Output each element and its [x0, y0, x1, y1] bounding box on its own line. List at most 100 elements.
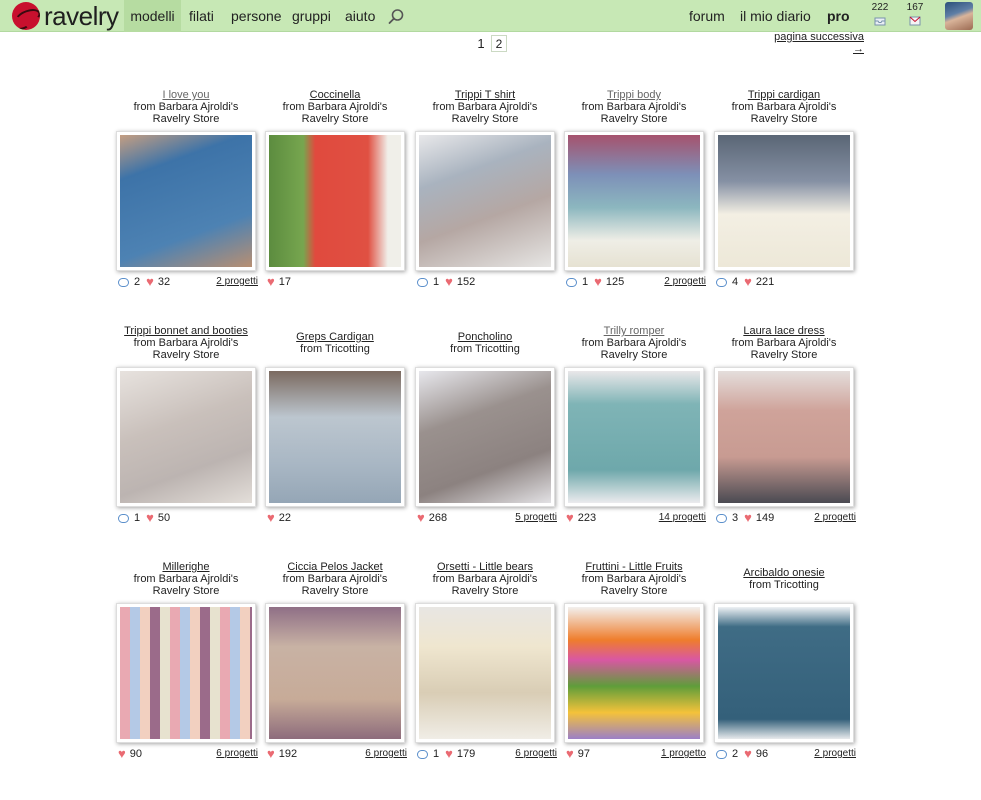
heart-icon[interactable]: ♥ — [267, 747, 275, 761]
pattern-stats: ♥ 268 5 progetti — [417, 511, 557, 525]
pattern-source-store: Ravelry Store — [750, 349, 818, 361]
heart-icon[interactable]: ♥ — [267, 511, 275, 525]
heart-icon[interactable]: ♥ — [445, 747, 453, 761]
pattern-title-link[interactable]: Trippi T shirt — [413, 89, 557, 101]
heart-icon[interactable]: ♥ — [744, 747, 752, 761]
projects-link[interactable]: 2 progetti — [814, 747, 856, 761]
pattern-title-link[interactable]: Arcibaldo onesie — [712, 567, 856, 579]
comment-icon[interactable] — [716, 277, 727, 287]
heart-icon[interactable]: ♥ — [566, 747, 574, 761]
pattern-stats: 1 ♥ 125 2 progetti — [566, 275, 706, 289]
pattern-source: from Barbara Ajroldi's — [731, 337, 837, 349]
pattern-photo[interactable] — [714, 603, 854, 743]
pattern-card: Trilly romper from Barbara Ajroldi's Ravel… — [562, 325, 706, 525]
nav-gruppi[interactable]: gruppi — [292, 0, 331, 32]
user-avatar[interactable] — [945, 2, 973, 30]
heart-icon[interactable]: ♥ — [267, 275, 275, 289]
pattern-title-link[interactable]: Millerighe — [114, 561, 258, 573]
pattern-card: Trippi body from Barbara Ajroldi's Ravelry… — [562, 89, 706, 289]
pattern-photo[interactable] — [265, 131, 405, 271]
nav-pro[interactable]: pro — [827, 0, 850, 32]
nav-persone[interactable]: persone — [231, 0, 282, 32]
projects-link[interactable]: 1 progetto — [661, 747, 706, 761]
next-page-link[interactable]: pagina successiva → — [774, 31, 864, 55]
heart-icon[interactable]: ♥ — [566, 511, 574, 525]
pattern-title-link[interactable]: I love you — [114, 89, 258, 101]
projects-link[interactable]: 2 progetti — [216, 275, 258, 289]
comment-icon[interactable] — [417, 277, 428, 287]
pattern-title-link[interactable]: Trippi body — [562, 89, 706, 101]
favorite-count: 149 — [755, 512, 775, 524]
pattern-title-link[interactable]: Coccinella — [263, 89, 407, 101]
pattern-photo[interactable] — [564, 131, 704, 271]
heart-icon[interactable]: ♥ — [146, 275, 154, 289]
pattern-photo[interactable] — [714, 367, 854, 507]
favorite-count: 268 — [428, 512, 448, 524]
pattern-source-store: Ravelry Store — [600, 113, 668, 125]
pattern-source-store: Ravelry Store — [152, 113, 220, 125]
nav-filati[interactable]: filati — [189, 0, 214, 32]
pattern-card: Trippi cardigan from Barbara Ajroldi's Rav… — [712, 89, 856, 289]
heart-icon[interactable]: ♥ — [744, 275, 752, 289]
pattern-photo[interactable] — [116, 367, 256, 507]
heart-icon[interactable]: ♥ — [146, 511, 154, 525]
comment-icon[interactable] — [417, 749, 428, 759]
ravelry-logo[interactable]: ravelry — [12, 2, 119, 30]
pattern-stats: 2 ♥ 96 2 progetti — [716, 747, 856, 761]
heart-icon[interactable]: ♥ — [417, 511, 425, 525]
pattern-photo[interactable] — [564, 603, 704, 743]
heart-icon[interactable]: ♥ — [744, 511, 752, 525]
comment-icon[interactable] — [716, 749, 727, 759]
pattern-photo[interactable] — [116, 603, 256, 743]
projects-link[interactable]: 6 progetti — [365, 747, 407, 761]
projects-link[interactable]: 14 progetti — [659, 511, 706, 525]
pattern-title-link[interactable]: Orsetti - Little bears — [413, 561, 557, 573]
pattern-image — [568, 135, 700, 267]
nav-aiuto[interactable]: aiuto — [345, 0, 375, 32]
heart-icon[interactable]: ♥ — [118, 747, 126, 761]
pattern-source: from Barbara Ajroldi's — [133, 337, 239, 349]
pattern-title-link[interactable]: Ciccia Pelos Jacket — [263, 561, 407, 573]
comment-icon[interactable] — [566, 277, 577, 287]
pattern-title-link[interactable]: Trippi cardigan — [712, 89, 856, 101]
pattern-card: Trippi T shirt from Barbara Ajroldi's Rave… — [413, 89, 557, 289]
nav-modelli[interactable]: modelli — [124, 0, 181, 32]
projects-link[interactable]: 2 progetti — [814, 511, 856, 525]
pattern-title-link[interactable]: Greps Cardigan — [263, 331, 407, 343]
inbox-icon — [874, 17, 886, 26]
heart-icon[interactable]: ♥ — [594, 275, 602, 289]
pattern-photo[interactable] — [265, 367, 405, 507]
pattern-title-link[interactable]: Trilly romper — [562, 325, 706, 337]
pattern-title-link[interactable]: Fruttini - Little Fruits — [562, 561, 706, 573]
pattern-photo[interactable] — [265, 603, 405, 743]
favorite-count: 22 — [278, 512, 291, 524]
nav-diario[interactable]: il mio diario — [740, 0, 811, 32]
heart-icon[interactable]: ♥ — [445, 275, 453, 289]
pattern-photo[interactable] — [415, 131, 555, 271]
pattern-title-link[interactable]: Trippi bonnet and booties — [114, 325, 258, 337]
pattern-photo[interactable] — [116, 131, 256, 271]
pattern-source-store: Ravelry Store — [301, 113, 369, 125]
pattern-photo[interactable] — [415, 603, 555, 743]
page-2-link[interactable]: 2 — [491, 35, 507, 52]
projects-link[interactable]: 6 progetti — [515, 747, 557, 761]
pattern-title-link[interactable]: Poncholino — [413, 331, 557, 343]
projects-link[interactable]: 5 progetti — [515, 511, 557, 525]
projects-link[interactable]: 6 progetti — [216, 747, 258, 761]
pattern-image — [419, 135, 551, 267]
search-icon[interactable] — [388, 8, 405, 25]
logo-text: ravelry — [44, 1, 119, 31]
pattern-card: Poncholino from Tricotting ♥ 268 5 progetti — [413, 331, 557, 525]
comment-icon[interactable] — [118, 513, 129, 523]
pattern-source: from Barbara Ajroldi's — [432, 101, 538, 113]
projects-link[interactable]: 2 progetti — [664, 275, 706, 289]
pattern-photo[interactable] — [564, 367, 704, 507]
pattern-title-link[interactable]: Laura lace dress — [712, 325, 856, 337]
pattern-photo[interactable] — [415, 367, 555, 507]
nav-forum[interactable]: forum — [689, 0, 725, 32]
inbox-badge[interactable]: 222 — [867, 2, 893, 30]
comment-icon[interactable] — [118, 277, 129, 287]
comment-icon[interactable] — [716, 513, 727, 523]
pattern-photo[interactable] — [714, 131, 854, 271]
messages-badge[interactable]: 167 — [902, 2, 928, 30]
